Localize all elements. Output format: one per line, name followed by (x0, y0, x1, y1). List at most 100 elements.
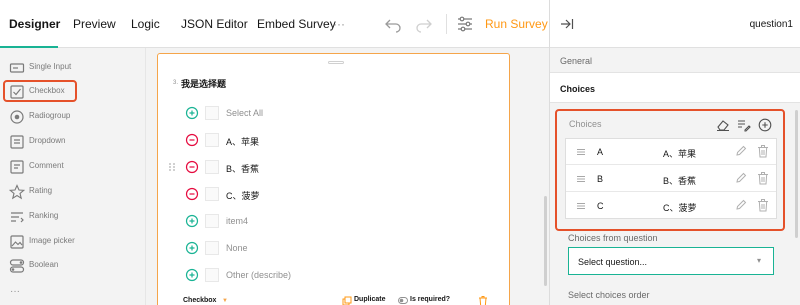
remove-choice-icon[interactable] (185, 187, 199, 201)
duplicate-button[interactable]: Duplicate (354, 296, 386, 303)
choice-label[interactable]: Other (describe) (226, 270, 291, 280)
choices-table: A A、苹果 B B、香蕉 C C、菠萝 (565, 138, 777, 219)
collapse-panel-icon[interactable] (560, 17, 574, 31)
choices-table-row: A A、苹果 (566, 139, 776, 165)
image-picker-icon (10, 235, 24, 249)
toolbox-item-dropdown[interactable]: Dropdown (0, 131, 146, 153)
design-canvas: 3. 我是选择题 Select All A、苹果 B、香蕉 C、菠萝 item4 (146, 48, 549, 305)
add-choice-icon[interactable] (185, 106, 199, 120)
remove-choice-icon[interactable] (185, 133, 199, 147)
add-choice-icon[interactable] (185, 268, 199, 282)
eraser-icon[interactable] (716, 118, 730, 132)
settings-sliders-icon[interactable] (455, 14, 475, 34)
choices-editor: Choices A A、苹果 B B、香蕉 C C、菠萝 (555, 109, 785, 231)
question-type-selector[interactable]: Checkbox (183, 297, 216, 304)
toolbox-item-label: Boolean (29, 260, 59, 269)
drag-handle-icon[interactable] (577, 175, 585, 183)
chevron-down-icon[interactable]: ▼ (222, 298, 228, 304)
trash-icon[interactable] (757, 171, 769, 185)
tab-json-editor[interactable]: JSON Editor (181, 17, 248, 31)
choice-text[interactable]: A、苹果 (663, 147, 696, 160)
trash-icon[interactable] (478, 295, 488, 305)
selected-object-name: question1 (749, 19, 793, 30)
tab-logic[interactable]: Logic (131, 17, 160, 31)
question-toolbox: Single Input Checkbox Radiogroup Dropdow… (0, 48, 146, 305)
choice-value[interactable]: A (597, 147, 603, 157)
canvas-scrollbar[interactable] (544, 196, 547, 286)
choice-checkbox (205, 241, 219, 255)
toolbox-item-image-picker[interactable]: Image picker (0, 231, 146, 253)
choice-label[interactable]: A、苹果 (226, 135, 259, 148)
toolbox-item-label: Radiogroup (29, 111, 71, 120)
choice-text[interactable]: C、菠萝 (663, 201, 697, 214)
tab-embed-survey[interactable]: Embed Survey (257, 17, 336, 31)
pencil-icon[interactable] (735, 172, 747, 184)
run-survey-button[interactable]: Run Survey (485, 17, 548, 31)
boolean-icon (9, 259, 25, 273)
toolbox-item-single-input[interactable]: Single Input (0, 57, 146, 79)
question-drag-handle[interactable] (328, 61, 344, 64)
choices-editor-label: Choices (569, 119, 602, 129)
choice-label[interactable]: C、菠萝 (226, 189, 260, 202)
category-choices[interactable]: Choices (550, 73, 800, 103)
dropdown-value: Select question... (578, 257, 648, 267)
choice-item-new: item4 (158, 209, 511, 233)
remove-choice-icon[interactable] (185, 160, 199, 174)
toolbox-item-rating[interactable]: Rating (0, 181, 146, 203)
drag-handle-icon[interactable] (577, 148, 585, 156)
star-icon (9, 184, 25, 200)
choices-from-question-dropdown[interactable]: Select question... ▾ (568, 247, 774, 275)
choice-label[interactable]: B、香蕉 (226, 162, 259, 175)
question-footer: Checkbox ▼ Duplicate Is required? (158, 295, 511, 305)
add-choice-icon[interactable] (185, 241, 199, 255)
choice-value[interactable]: C (597, 201, 604, 211)
toolbox-item-radiogroup[interactable]: Radiogroup (0, 106, 146, 128)
choice-label[interactable]: None (226, 243, 248, 253)
choice-label[interactable]: Select All (226, 108, 263, 118)
drag-handle-icon[interactable] (168, 162, 176, 172)
toolbox-more-icon[interactable]: ··· (10, 286, 20, 297)
panel-scrollbar[interactable] (795, 110, 798, 238)
toolbox-item-ranking[interactable]: Ranking (0, 206, 146, 228)
toolbox-item-boolean[interactable]: Boolean (0, 255, 146, 277)
question-number: 3. (173, 80, 179, 86)
dropdown-icon (10, 135, 24, 149)
choice-checkbox (205, 106, 219, 120)
trash-icon[interactable] (757, 198, 769, 212)
radiogroup-icon (10, 110, 24, 124)
toolbox-item-comment[interactable]: Comment (0, 156, 146, 178)
property-panel: question1 General Choices Choices A A、苹果… (549, 0, 800, 305)
chevron-down-icon: ▾ (756, 256, 761, 265)
checkbox-highlight-frame (3, 80, 77, 102)
add-circle-icon[interactable] (758, 118, 772, 132)
choice-label[interactable]: item4 (226, 216, 248, 226)
duplicate-icon[interactable] (342, 296, 352, 305)
trash-icon[interactable] (757, 144, 769, 158)
choice-value[interactable]: B (597, 174, 603, 184)
undo-icon[interactable] (383, 14, 403, 34)
category-general[interactable]: General (550, 48, 800, 73)
pencil-icon[interactable] (735, 199, 747, 211)
choices-from-question-label: Choices from question (568, 233, 658, 243)
more-tabs-icon[interactable]: ··· (333, 17, 345, 31)
drag-handle-icon[interactable] (577, 202, 585, 210)
tab-designer[interactable]: Designer (9, 17, 60, 31)
choices-table-row: B B、香蕉 (566, 166, 776, 192)
redo-icon[interactable] (414, 14, 434, 34)
question-card[interactable]: 3. 我是选择题 Select All A、苹果 B、香蕉 C、菠萝 item4 (157, 53, 510, 305)
toggle-icon[interactable] (398, 297, 408, 304)
toolbox-item-label: Image picker (29, 236, 75, 245)
add-choice-icon[interactable] (185, 214, 199, 228)
choice-none: None (158, 236, 511, 260)
is-required-toggle[interactable]: Is required? (410, 296, 450, 303)
toolbox-item-label: Comment (29, 161, 64, 170)
question-title[interactable]: 我是选择题 (181, 77, 226, 90)
pencil-icon[interactable] (735, 145, 747, 157)
choice-text[interactable]: B、香蕉 (663, 174, 696, 187)
edit-list-icon[interactable] (737, 118, 751, 132)
category-label: General (560, 56, 593, 66)
tab-preview[interactable]: Preview (73, 17, 116, 31)
select-choices-order-label: Select choices order (568, 290, 650, 300)
choice-item: B、香蕉 (158, 155, 511, 179)
choice-select-all: Select All (158, 101, 511, 125)
